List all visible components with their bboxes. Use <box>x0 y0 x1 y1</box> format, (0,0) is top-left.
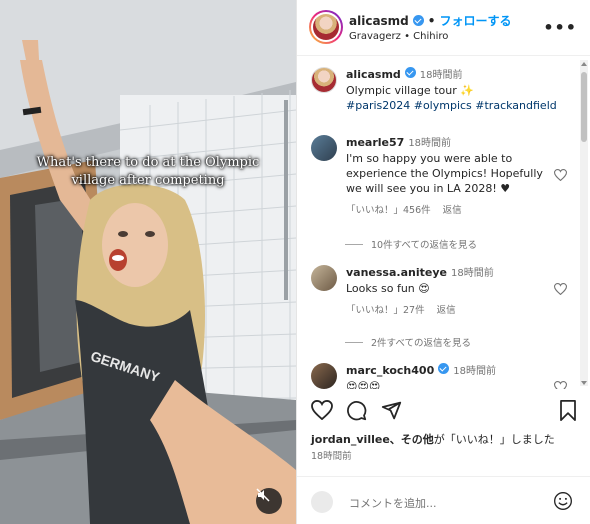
comment-username[interactable]: mearle57 <box>346 136 404 149</box>
comments-list: alicasmd 18時間前 Olympic village tour ✨ #pa… <box>297 57 590 389</box>
caption-text: Olympic village tour ✨ <box>346 84 474 97</box>
avatar <box>311 491 333 513</box>
separator: • <box>427 13 436 28</box>
header-user-row: alicasmd • フォローする <box>349 12 511 29</box>
post-media[interactable]: GERMANY What's there to do at the Olympi… <box>0 0 296 524</box>
comment-text: 😍😍😍 <box>346 380 381 389</box>
comment-username[interactable]: marc_koch400 <box>346 364 434 377</box>
heart-icon[interactable] <box>554 169 567 181</box>
view-replies-button[interactable]: 2件すべての返信を見る <box>345 335 471 349</box>
video-caption: What's there to do at the Olympic villag… <box>8 154 288 190</box>
avatar[interactable] <box>311 265 337 291</box>
comment-time: 18時間前 <box>408 138 452 149</box>
more-options-button[interactable]: ••• <box>543 18 577 37</box>
avatar[interactable] <box>309 10 343 44</box>
bookmark-icon[interactable] <box>559 400 577 421</box>
heart-icon[interactable] <box>554 381 567 389</box>
comment-username[interactable]: vanessa.aniteye <box>346 266 447 279</box>
heart-icon[interactable] <box>311 400 333 420</box>
avatar[interactable] <box>311 363 337 389</box>
liked-by: jordan_villee、その他が「いいね！」しました <box>311 431 555 447</box>
reply-button[interactable]: 返信 <box>437 305 456 316</box>
video-frame: GERMANY <box>0 0 296 524</box>
comment-time: 18時間前 <box>453 366 496 377</box>
view-replies-label: 10件すべての返信を見る <box>371 240 478 251</box>
avatar[interactable] <box>311 67 337 93</box>
caption-time: 18時間前 <box>419 70 463 81</box>
liked-by-others[interactable]: 、その他 <box>390 433 434 446</box>
share-icon[interactable] <box>381 400 402 421</box>
header-username[interactable]: alicasmd <box>349 14 409 28</box>
post-time: 18時間前 <box>311 451 352 462</box>
comment-input[interactable]: コメントを追加... <box>349 495 437 511</box>
avatar[interactable] <box>311 135 337 161</box>
caption-hashtags[interactable]: #paris2024 #olympics #trackandfield <box>346 98 566 113</box>
heart-icon[interactable] <box>554 283 567 295</box>
comments-scrollbar[interactable] <box>580 60 588 386</box>
add-comment-bar: コメントを追加... <box>297 476 590 524</box>
verified-icon <box>412 15 424 26</box>
liked-by-suffix: が「いいね！」しました <box>433 433 555 446</box>
view-replies-button[interactable]: 10件すべての返信を見る <box>345 237 477 251</box>
verified-icon <box>438 363 450 374</box>
comment-likes[interactable]: 「いいね！」27件 <box>346 305 425 316</box>
emoji-icon[interactable] <box>553 491 573 511</box>
verified-icon <box>404 67 416 78</box>
audio-subtitle[interactable]: Gravagerz • Chihiro <box>349 31 448 42</box>
caption-line: What's there to do at the Olympic <box>36 155 260 170</box>
follow-button[interactable]: フォローする <box>439 12 511 29</box>
post-header: alicasmd • フォローする Gravagerz • Chihiro ••… <box>297 0 590 56</box>
caption-username[interactable]: alicasmd <box>346 68 401 81</box>
scroll-down-arrow[interactable] <box>581 381 587 385</box>
comment-likes[interactable]: 「いいね！」456件 <box>346 205 431 216</box>
scroll-up-arrow[interactable] <box>581 62 587 66</box>
comment-text: Looks so fun 😍 <box>346 282 430 295</box>
view-replies-label: 2件すべての返信を見る <box>371 338 471 349</box>
post-panel: alicasmd • フォローする Gravagerz • Chihiro ••… <box>296 0 590 524</box>
action-bar <box>297 392 590 432</box>
mute-button[interactable] <box>256 488 282 514</box>
scrollbar-thumb[interactable] <box>581 72 587 142</box>
muted-speaker-icon <box>256 488 270 502</box>
reply-button[interactable]: 返信 <box>443 205 462 216</box>
liked-by-user[interactable]: jordan_villee <box>311 433 390 446</box>
comment-icon[interactable] <box>346 400 367 421</box>
comment-time: 18時間前 <box>450 268 494 279</box>
caption-line: village after competing <box>71 173 225 188</box>
comment-text: I'm so happy you were able to experience… <box>346 152 543 195</box>
